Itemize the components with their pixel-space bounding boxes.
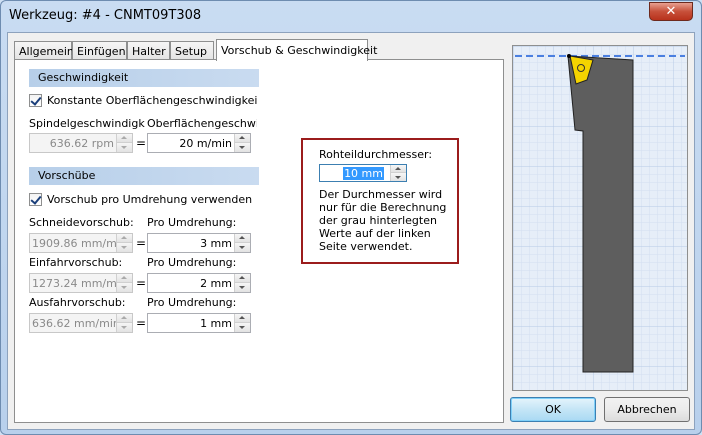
cut-feed-field: 1909.86 mm/min — [29, 233, 133, 253]
spindle-down-arrow-icon — [117, 143, 132, 152]
per-rev-checkbox[interactable] — [29, 193, 42, 206]
stock-diameter-note: Der Durchmesser wird nur für die Berechn… — [319, 188, 447, 253]
per-rev-label: Vorschub pro Umdrehung verwenden — [47, 193, 253, 206]
window-title: Werkzeug: #4 - CNMT09T308 — [9, 8, 202, 23]
cut-rev-value: 3 mm — [200, 237, 232, 250]
close-button[interactable]: ✕ — [649, 2, 693, 21]
equals-sign: = — [136, 136, 147, 150]
exit-feed-field: 636.62 mm/min — [29, 313, 133, 333]
exit-feed-label: Ausfahrvorschub: — [29, 296, 126, 309]
plunge-feed-field: 1273.24 mm/min — [29, 273, 133, 293]
surface-down-arrow-icon[interactable] — [235, 143, 250, 152]
spindle-up-arrow-icon — [117, 134, 132, 143]
title-bar[interactable]: Werkzeug: #4 - CNMT09T308 ✕ — [1, 1, 701, 31]
exit-feed-value: 636.62 mm/min — [32, 317, 120, 330]
spindle-speed-label: Spindelgeschwindigkeit — [29, 117, 145, 130]
cut-feed-up-arrow-icon — [117, 234, 132, 243]
plunge-feed-down-arrow-icon — [117, 283, 132, 292]
tab-einfuegen[interactable]: Einfügen — [72, 41, 127, 60]
cut-feed-label: Schneidevorschub: — [29, 216, 134, 229]
cut-feed-down-arrow-icon — [117, 243, 132, 252]
equals-sign: = — [136, 236, 147, 250]
dialog-client: Allgemein Einfügen Halter Setup Vorschub… — [7, 32, 695, 430]
ok-button[interactable]: OK — [510, 397, 596, 422]
constant-surface-checkbox[interactable] — [29, 94, 42, 107]
constant-surface-label: Konstante Oberflächengeschwindigkeit — [47, 94, 257, 107]
stock-diameter-label: Rohteildurchmesser: — [319, 148, 433, 161]
tab-panel: Geschwindigkeit Konstante Oberflächenges… — [14, 59, 504, 423]
stock-up-arrow-icon[interactable] — [391, 165, 406, 173]
plunge-rev-down-arrow-icon[interactable] — [235, 283, 250, 292]
plunge-rev-value: 2 mm — [200, 277, 232, 290]
exit-rev-up-arrow-icon[interactable] — [235, 314, 250, 323]
equals-sign: = — [136, 316, 147, 330]
cut-rev-down-arrow-icon[interactable] — [235, 243, 250, 252]
feeds-group-header: Vorschübe — [29, 167, 259, 185]
plunge-feed-up-arrow-icon — [117, 274, 132, 283]
tab-setup[interactable]: Setup — [170, 41, 214, 60]
cut-rev-field[interactable]: 3 mm — [147, 233, 251, 253]
stock-down-arrow-icon[interactable] — [391, 173, 406, 181]
surface-up-arrow-icon[interactable] — [235, 134, 250, 143]
plunge-rev-field[interactable]: 2 mm — [147, 273, 251, 293]
stock-diameter-field[interactable]: 10 mm — [319, 164, 407, 182]
surface-speed-label: Oberflächengeschwindigkeit — [147, 117, 257, 130]
spindle-speed-field: 636.62 rpm — [29, 133, 133, 153]
surface-speed-value: 20 m/min — [179, 137, 232, 150]
spindle-speed-value: 636.62 rpm — [49, 137, 114, 150]
tab-halter[interactable]: Halter — [127, 41, 170, 60]
equals-sign: = — [136, 276, 147, 290]
exit-rev-label: Pro Umdrehung: — [147, 296, 237, 309]
tool-preview-canvas — [513, 46, 687, 390]
tab-allgemein[interactable]: Allgemein — [14, 41, 74, 60]
stock-diameter-value: 10 mm — [343, 167, 384, 180]
tab-vorschub-geschwindigkeit[interactable]: Vorschub & Geschwindigkeit — [216, 39, 377, 61]
exit-feed-up-arrow-icon — [117, 314, 132, 323]
plunge-rev-label: Pro Umdrehung: — [147, 256, 237, 269]
cancel-button[interactable]: Abbrechen — [604, 397, 690, 422]
exit-rev-field[interactable]: 1 mm — [147, 313, 251, 333]
tool-preview — [512, 45, 688, 391]
cut-feed-value: 1909.86 mm/min — [32, 237, 127, 250]
tool-tip-point — [567, 54, 571, 58]
cut-rev-up-arrow-icon[interactable] — [235, 234, 250, 243]
plunge-feed-value: 1273.24 mm/min — [32, 277, 127, 290]
exit-rev-down-arrow-icon[interactable] — [235, 323, 250, 332]
plunge-rev-up-arrow-icon[interactable] — [235, 274, 250, 283]
plunge-feed-label: Einfahrvorschub: — [29, 256, 123, 269]
exit-feed-down-arrow-icon — [117, 323, 132, 332]
dialog-window: Werkzeug: #4 - CNMT09T308 ✕ Allgemein Ei… — [0, 0, 702, 435]
surface-speed-field[interactable]: 20 m/min — [147, 133, 251, 153]
speed-group-header: Geschwindigkeit — [29, 69, 259, 87]
exit-rev-value: 1 mm — [200, 317, 232, 330]
cut-rev-label: Pro Umdrehung: — [147, 216, 237, 229]
stock-diameter-box: Rohteildurchmesser: 10 mm Der Durchmesse… — [301, 138, 459, 264]
